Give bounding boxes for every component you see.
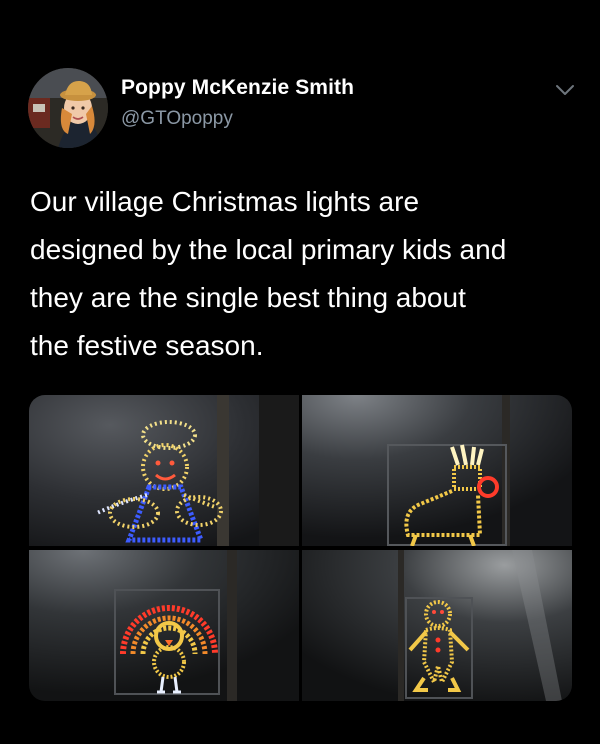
chevron-down-icon[interactable]: [554, 82, 576, 98]
media-photo-gingerbread-man[interactable]: [302, 550, 572, 701]
media-photo-reindeer[interactable]: [302, 395, 572, 546]
tweet-text: Our village Christmas lights are designe…: [30, 186, 507, 361]
author-display-name[interactable]: Poppy McKenzie Smith: [121, 76, 354, 100]
media-photo-turkey[interactable]: [29, 550, 299, 701]
author-handle[interactable]: @GTOpoppy: [121, 108, 233, 130]
media-photo-angel[interactable]: [29, 395, 299, 546]
tweet-card: Poppy McKenzie Smith @GTOpoppy Our villa…: [0, 0, 600, 744]
avatar-image: [28, 68, 108, 148]
media-grid[interactable]: [29, 395, 572, 701]
author-avatar[interactable]: [28, 68, 108, 148]
